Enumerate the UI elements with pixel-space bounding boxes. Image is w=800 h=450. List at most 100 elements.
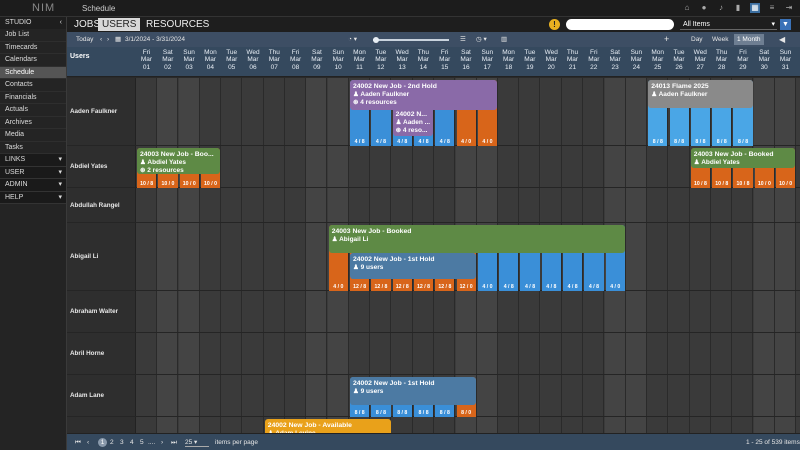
- apps-icon[interactable]: ▦: [750, 3, 760, 13]
- user-name[interactable]: Abril Horne: [70, 350, 104, 357]
- sidebar-item-actuals[interactable]: Actuals: [0, 104, 66, 117]
- view-day-button[interactable]: Day: [688, 34, 706, 45]
- warning-icon[interactable]: !: [549, 19, 560, 30]
- users-column-header[interactable]: Users: [70, 53, 89, 60]
- tab-users[interactable]: USERS: [98, 18, 141, 31]
- first-page-icon[interactable]: ⏮: [75, 438, 81, 447]
- logout-icon[interactable]: ⇥: [784, 3, 794, 13]
- today-button[interactable]: Today: [76, 34, 93, 45]
- day-header[interactable]: Mon Mar 11: [349, 49, 370, 71]
- user-name[interactable]: Abdiel Yates: [70, 163, 107, 170]
- user-name[interactable]: Adam Lane: [70, 392, 104, 399]
- chevron-left-icon[interactable]: ‹: [60, 17, 62, 29]
- day-header[interactable]: Fri Mar 01: [136, 49, 157, 71]
- sidebar-item-timecards[interactable]: Timecards: [0, 42, 66, 54]
- expand-right-icon[interactable]: ◀: [779, 34, 785, 45]
- job-card[interactable]: 24002 New Job - 1st Hold ♟ 9 users: [350, 253, 476, 279]
- prev-page-icon[interactable]: ‹: [87, 438, 89, 447]
- sidebar-item-contacts[interactable]: Contacts: [0, 79, 66, 92]
- view-1-month-button[interactable]: 1 Month: [734, 34, 764, 45]
- per-page-select[interactable]: 25 ▾: [185, 438, 209, 447]
- day-header[interactable]: Sun Mar 17: [477, 49, 498, 71]
- user-name[interactable]: Aaden Faulkner: [70, 108, 117, 115]
- page-2-button[interactable]: 2: [110, 438, 114, 447]
- add-button[interactable]: +: [664, 34, 669, 45]
- day-header[interactable]: Sun Mar 03: [179, 49, 200, 71]
- day-header[interactable]: Thu Mar 14: [413, 49, 434, 71]
- sidebar-item-job-list[interactable]: Job List: [0, 29, 66, 42]
- prev-icon[interactable]: ‹: [100, 34, 102, 45]
- day-header[interactable]: Tue Mar 19: [519, 49, 540, 71]
- job-card[interactable]: 24013 Flame 2025 ♟ Aaden Faulkner: [648, 80, 753, 108]
- day-header[interactable]: Sat Mar 02: [157, 49, 178, 71]
- zoom-slider[interactable]: [373, 39, 449, 41]
- sidebar-item-media[interactable]: Media: [0, 129, 66, 142]
- sidebar-header[interactable]: STUDIO ‹: [0, 17, 66, 29]
- sidebar-group-help[interactable]: HELP ▾: [0, 191, 66, 204]
- filter-icon[interactable]: ▼: [780, 19, 791, 30]
- page-1-button[interactable]: 1: [98, 438, 107, 447]
- bookmark-icon[interactable]: ▮: [733, 3, 743, 13]
- job-card[interactable]: 24003 New Job - Boo... ♟ Abdiel Yates ⊛ 2 …: [137, 148, 221, 174]
- day-header[interactable]: Wed Mar 27: [690, 49, 711, 71]
- sidebar-group-links[interactable]: LINKS ▾: [0, 154, 66, 167]
- chart-icon[interactable]: ▥: [501, 34, 507, 45]
- day-header[interactable]: Tue Mar 05: [221, 49, 242, 71]
- sliders-icon[interactable]: ≡: [767, 3, 777, 13]
- day-header[interactable]: Thu Mar 07: [264, 49, 285, 71]
- date-range[interactable]: 3/1/2024 - 3/31/2024: [125, 34, 185, 45]
- day-header[interactable]: Mon Mar 04: [200, 49, 221, 71]
- clock-icon[interactable]: ◷ ▾: [476, 34, 487, 45]
- sidebar-item-archives[interactable]: Archives: [0, 117, 66, 129]
- day-header[interactable]: Thu Mar 21: [562, 49, 583, 71]
- job-card[interactable]: 24002 N... ♟ Aaden ... ⊛ 4 reso...: [392, 108, 434, 136]
- sidebar-item-schedule[interactable]: Schedule: [0, 66, 66, 79]
- sidebar-group-user[interactable]: USER ▾: [0, 166, 66, 179]
- day-header[interactable]: Wed Mar 06: [243, 49, 264, 71]
- day-header[interactable]: Tue Mar 12: [370, 49, 391, 71]
- bell-icon[interactable]: ♪: [716, 3, 726, 13]
- view-week-button[interactable]: Week: [709, 34, 732, 45]
- tab-resources[interactable]: RESOURCES: [142, 18, 213, 31]
- next-page-icon[interactable]: ›: [161, 438, 163, 447]
- day-header[interactable]: Tue Mar 26: [669, 49, 690, 71]
- day-header[interactable]: Mon Mar 18: [498, 49, 519, 71]
- page-6-button[interactable]: ....: [148, 438, 155, 447]
- last-page-icon[interactable]: ⏭: [171, 438, 177, 447]
- page-4-button[interactable]: 4: [130, 438, 134, 447]
- search-input[interactable]: [566, 19, 674, 30]
- job-card[interactable]: 24003 New Job - Booked ♟ Abigail Li: [328, 225, 625, 253]
- job-card[interactable]: 24002 New Job - 2nd Hold ♟ Aaden Faulkner…: [350, 80, 498, 110]
- filter-select[interactable]: All Items ▾: [680, 19, 777, 30]
- sidebar-item-financials[interactable]: Financials: [0, 92, 66, 104]
- job-card[interactable]: 24003 New Job - Booked ♟ Abdiel Yates: [690, 148, 796, 168]
- day-header[interactable]: Mon Mar 25: [647, 49, 668, 71]
- sliders-icon[interactable]: ☰: [460, 34, 466, 45]
- day-header[interactable]: Fri Mar 22: [583, 49, 604, 71]
- day-header[interactable]: Sat Mar 16: [456, 49, 477, 71]
- day-header[interactable]: Sat Mar 09: [306, 49, 327, 71]
- page-3-button[interactable]: 3: [120, 438, 124, 447]
- day-header[interactable]: Sun Mar 24: [626, 49, 647, 71]
- day-header[interactable]: Fri Mar 29: [732, 49, 753, 71]
- next-icon[interactable]: ›: [107, 34, 109, 45]
- day-header[interactable]: Wed Mar 20: [541, 49, 562, 71]
- sidebar-item-tasks[interactable]: Tasks: [0, 142, 66, 154]
- sidebar-item-calendars[interactable]: Calendars: [0, 54, 66, 67]
- day-header[interactable]: Wed Mar 13: [392, 49, 413, 71]
- day-header[interactable]: Sun Mar 10: [328, 49, 349, 71]
- calendar-icon[interactable]: ▦: [115, 34, 121, 45]
- day-header[interactable]: Sat Mar 23: [605, 49, 626, 71]
- page-5-button[interactable]: 5: [140, 438, 144, 447]
- user-name[interactable]: Abdullah Rangel: [70, 202, 120, 209]
- user-name[interactable]: Abraham Walter: [70, 308, 118, 315]
- job-card[interactable]: 24002 New Job - Available♟ Adam Levine: [264, 419, 391, 433]
- home-icon[interactable]: ⌂: [682, 3, 692, 13]
- drop-icon[interactable]: ◔ ▾: [348, 34, 357, 45]
- day-header[interactable]: Sat Mar 30: [754, 49, 775, 71]
- zoom-slider-handle[interactable]: [373, 37, 379, 43]
- job-card[interactable]: 24002 New Job - 1st Hold ♟ 9 users: [350, 377, 476, 405]
- day-header[interactable]: Fri Mar 08: [285, 49, 306, 71]
- user-icon[interactable]: ●: [699, 3, 709, 13]
- day-header[interactable]: Thu Mar 28: [711, 49, 732, 71]
